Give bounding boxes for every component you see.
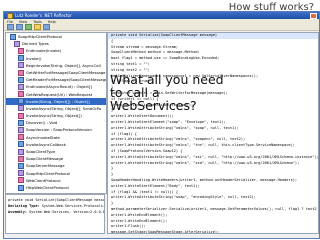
tree-item-label: SoapServerMessage [26, 163, 65, 169]
member-icon [18, 55, 24, 62]
tree-item[interactable]: WebClientProtocol [6, 177, 106, 184]
tree-item[interactable]: Derived Types [6, 40, 106, 47]
member-icon [18, 162, 24, 169]
tree-item-label: GetWriterForMessage(SoapClientMessage [26, 69, 106, 75]
tree-item-label: SoapVersion : SoapProtocolVersion [26, 127, 92, 133]
tree-item-label: WebClientProtocol [26, 177, 61, 183]
member-icon [18, 177, 24, 184]
member-icon [18, 170, 24, 177]
member-info-pane: private void Serialize(SoapClientMessage… [5, 194, 105, 234]
tree-item-label: InvokeAsync(String, Object[], SendOrPo [26, 105, 102, 111]
member-icon [18, 155, 24, 162]
tree-item-label: SoapHttpClientProtocol [26, 170, 71, 176]
member-icon [18, 112, 24, 119]
tree-item-label: Invoke(String, Object[]) : Object[] [26, 98, 90, 104]
back-button[interactable] [7, 24, 14, 30]
tree-item-label: InvokeAsync(String, Object[]) [26, 113, 82, 119]
code-line: message.SetStage(SoapMessageStage.AfterS… [111, 230, 220, 234]
tree-item-label: Discover() : Void [26, 120, 58, 126]
tree-item[interactable]: SoapServerMessage [6, 162, 106, 169]
assembly-label: Assembly: [8, 210, 27, 214]
tree-item-label: Invoke() [26, 55, 42, 61]
close-window-button[interactable] [310, 12, 317, 19]
member-icon [18, 141, 24, 148]
window-title: Lutz Roeder's .NET Reflector [15, 13, 72, 18]
tree-item[interactable]: EndInvoke(IAsyncResult) : Object[] [6, 83, 106, 90]
tree-item[interactable]: AsyncInvokeState [6, 134, 106, 141]
forward-button[interactable] [16, 24, 23, 30]
app-icon [7, 12, 13, 19]
tree-item[interactable]: GetReaderForMessage(SoapClientMessage [6, 76, 106, 83]
tree-item[interactable]: HttpWebClientProtocol [6, 184, 106, 191]
assembly-tree[interactable]: SoapHttpClientProtocol Derived Types EndIn… [5, 32, 107, 194]
tree-item[interactable]: Discover() : Void [6, 119, 106, 126]
tree-item[interactable]: SoapClientMessage [6, 155, 106, 162]
tree-item-label: GetReaderForMessage(SoapClientMessage [26, 77, 107, 83]
tree-item[interactable]: InvokeAsyncCallback [6, 141, 106, 148]
tree-item-label: Derived Types [22, 41, 49, 47]
tree-item-label: SoapClientType [26, 149, 56, 154]
tree-item[interactable]: InvokeAsync(String, Object[], SendOrPo [6, 105, 106, 112]
tree-item-label: AsyncInvokeState [26, 134, 60, 140]
member-icon [18, 91, 24, 98]
member-icon [18, 98, 24, 105]
assembly-row: Assembly: System.Web.Services, Version=2… [8, 209, 104, 215]
member-icon [18, 119, 24, 126]
window-titlebar: Lutz Roeder's .NET Reflector [4, 12, 319, 19]
member-icon [18, 105, 24, 112]
disassembler-pane[interactable]: private void Serialize(SoapClientMessage… [107, 32, 319, 234]
tree-item[interactable]: InvokeAsync(String, Object[]) [6, 112, 106, 119]
tree-item[interactable]: SoapVersion : SoapProtocolVersion [6, 126, 106, 134]
tree-item-label: InvokeAsyncCallback [26, 141, 66, 147]
menu-file[interactable]: File [7, 20, 13, 24]
tree-item-label: GetWebRequest(Uri) : WebRequest [26, 91, 93, 97]
tree-item-label: SoapClientMessage [26, 156, 64, 162]
menu-help[interactable]: Help [48, 20, 56, 24]
member-icon [18, 69, 24, 76]
tree-item-label: EndInvoke(IAsyncResult) : Object[] [26, 84, 92, 90]
options-button[interactable] [43, 24, 50, 30]
tree-item[interactable]: SoapClientType [6, 148, 106, 155]
tree-item[interactable]: BeginInvoke(String, Object[], AsyncCall [6, 62, 106, 69]
tree-item[interactable]: EndInvoke(Invoke) [6, 47, 106, 54]
tree-item[interactable]: Invoke() [6, 55, 106, 62]
tree-item[interactable]: GetWriterForMessage(SoapClientMessage [6, 69, 106, 76]
search-button[interactable] [34, 24, 41, 30]
tree-item-label: HttpWebClientProtocol [26, 184, 69, 190]
tree-item-label: SoapHttpClientProtocol [18, 34, 63, 39]
member-icon [18, 148, 24, 155]
declaring-type-label: Declaring Type: [8, 204, 40, 208]
member-icon [18, 76, 24, 83]
tree-item[interactable]: SoapHttpClientProtocol [6, 170, 106, 177]
tree-item[interactable]: Invoke(String, Object[]) : Object[] [6, 97, 106, 105]
member-icon [14, 40, 20, 47]
tree-item[interactable]: SoapHttpClientProtocol [6, 33, 106, 40]
member-icon [10, 33, 16, 40]
menu-tools[interactable]: Tools [33, 20, 42, 24]
open-button[interactable] [25, 24, 32, 30]
assembly-value[interactable]: System.Web.Services, Version=2.0.0.0 [29, 210, 104, 214]
code-line: SoapHeaderHandling.WriteHeaders(writer1,… [111, 177, 298, 182]
menu-view[interactable]: View [19, 20, 27, 24]
declaring-type-value[interactable]: System.Web.Services.Protocols.SoapHttp [42, 204, 104, 208]
member-icon [18, 62, 24, 69]
member-icon [18, 127, 24, 134]
tree-item-label: BeginInvoke(String, Object[], AsyncCall [26, 62, 101, 68]
member-icon [18, 184, 24, 191]
tree-item-label: EndInvoke(Invoke) [26, 48, 62, 54]
code-line: writer1.WriteAttributeString("xmlns", "x… [111, 154, 319, 159]
tree-item[interactable]: GetWebRequest(Uri) : WebRequest [6, 91, 106, 98]
toolbar [4, 24, 319, 31]
code-line: writer1.WriteAttributeString("xmlns", "x… [111, 160, 300, 165]
code-line: method.parameterSerializer.Serialize(wri… [111, 206, 319, 211]
reflector-window: Lutz Roeder's .NET Reflector File View T… [3, 11, 320, 239]
member-icon [18, 47, 24, 54]
member-icon [18, 83, 24, 90]
member-icon [18, 134, 24, 141]
